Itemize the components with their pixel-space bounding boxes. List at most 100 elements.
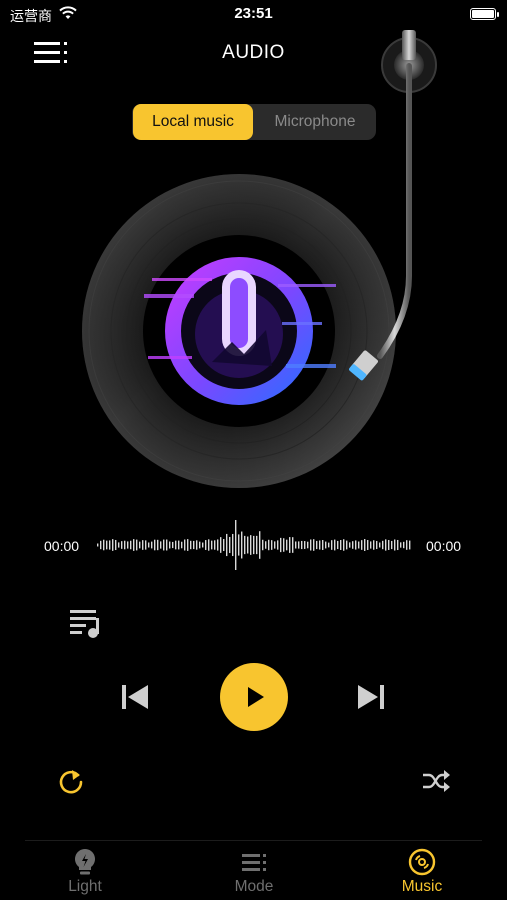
waveform-bar — [157, 539, 159, 551]
waveform-bar — [199, 541, 201, 549]
waveform-bar — [175, 540, 177, 550]
waveform-bar — [403, 541, 405, 549]
playlist-icon[interactable] — [68, 606, 104, 638]
waveform-bar — [349, 542, 351, 548]
waveform-bar — [160, 541, 162, 549]
waveform-bar — [355, 540, 357, 550]
waveform-bar — [286, 539, 288, 551]
bulb-icon — [75, 849, 95, 875]
total-time: 00:00 — [426, 538, 462, 554]
waveform-bar — [268, 539, 270, 551]
waveform-bar — [127, 541, 129, 549]
waveform-bar — [304, 541, 306, 549]
waveform-bar — [172, 541, 174, 549]
vinyl-disc-icon — [408, 848, 436, 876]
waveform-bar — [343, 539, 345, 551]
waveform-bar — [169, 541, 171, 549]
waveform-bar — [361, 540, 363, 550]
tab-light[interactable]: Light — [25, 844, 145, 900]
waveform-bar — [211, 540, 213, 550]
waveform-bar — [100, 540, 102, 550]
waveform-bar — [325, 541, 327, 549]
waveform-bar — [205, 540, 207, 550]
repeat-icon[interactable] — [56, 766, 86, 796]
waveform-bar — [367, 540, 369, 550]
waveform-bar — [352, 541, 354, 549]
waveform-bar — [226, 533, 228, 557]
waveform-bar — [319, 540, 321, 550]
waveform-bar — [97, 543, 99, 547]
waveform-bar — [310, 539, 312, 551]
waveform-bar — [229, 536, 231, 554]
waveform-bar — [247, 536, 249, 554]
waveform-bar — [334, 539, 336, 551]
waveform-bar — [184, 539, 186, 551]
waveform-bar — [283, 538, 285, 552]
waveform-bar — [382, 540, 384, 550]
waveform-bar — [142, 540, 144, 550]
waveform-bar — [292, 537, 294, 553]
tab-mode-label: Mode — [234, 878, 274, 895]
waveform-bar — [193, 540, 195, 550]
waveform-bar — [307, 541, 309, 549]
waveform-bar — [289, 537, 291, 553]
waveform-bar — [391, 540, 393, 550]
waveform-bar — [406, 540, 408, 550]
waveform-bar — [166, 539, 168, 551]
waveform-bar — [109, 540, 111, 550]
waveform-bar — [232, 533, 234, 557]
waveform-bar — [181, 541, 183, 549]
waveform-bar — [124, 540, 126, 550]
waveform-bar — [358, 541, 360, 549]
waveform-bar — [397, 539, 399, 551]
list-icon — [242, 854, 266, 871]
waveform-bar — [151, 541, 153, 549]
play-button[interactable] — [220, 663, 288, 731]
waveform-bar — [313, 539, 315, 551]
waveform-bar — [154, 539, 156, 551]
waveform-bar — [316, 540, 318, 550]
waveform-bar — [103, 539, 105, 551]
waveform-bar — [409, 540, 411, 550]
waveform-bar — [394, 539, 396, 551]
waveform-bar — [148, 542, 150, 548]
waveform-bar — [121, 541, 123, 549]
waveform-bar — [337, 540, 339, 550]
waveform-bar — [388, 540, 390, 550]
waveform-bar — [271, 540, 273, 550]
waveform-bar — [130, 540, 132, 550]
waveform-bar — [118, 542, 120, 548]
waveform-bar — [214, 540, 216, 550]
waveform-bar — [235, 520, 237, 570]
waveform-bar — [238, 534, 240, 556]
tab-mode[interactable]: Mode — [194, 844, 314, 900]
waveform-bar — [295, 541, 297, 549]
waveform-bar — [400, 542, 402, 548]
waveform-bar — [145, 540, 147, 550]
next-track-icon[interactable] — [354, 680, 388, 714]
waveform-bar — [301, 540, 303, 550]
waveform-bar — [217, 539, 219, 551]
previous-track-icon[interactable] — [118, 680, 152, 714]
tab-music[interactable]: Music — [362, 844, 482, 900]
waveform-bar — [340, 540, 342, 550]
waveform-bar — [280, 537, 282, 553]
waveform-bar — [298, 541, 300, 549]
status-time: 23:51 — [234, 5, 273, 22]
waveform-bar — [274, 541, 276, 549]
waveform[interactable] — [96, 518, 412, 572]
waveform-bar — [346, 540, 348, 550]
tab-local-music[interactable]: Local music — [133, 104, 253, 140]
shuffle-icon[interactable] — [420, 766, 452, 796]
waveform-bar — [196, 540, 198, 550]
waveform-bar — [256, 535, 258, 555]
waveform-bar — [373, 540, 375, 550]
waveform-bar — [106, 540, 108, 550]
waveform-bar — [253, 535, 255, 555]
waveform-bar — [265, 541, 267, 549]
waveform-bar — [376, 540, 378, 550]
waveform-bar — [244, 535, 246, 555]
battery-icon — [470, 8, 499, 20]
waveform-bar — [385, 539, 387, 551]
waveform-bar — [241, 531, 243, 559]
